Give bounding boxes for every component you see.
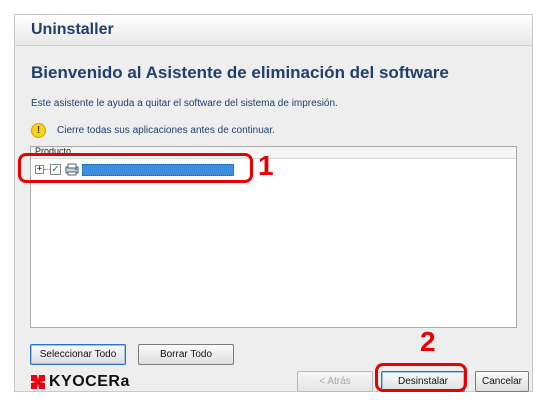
callout-number-2: 2: [420, 326, 436, 357]
kyocera-logo-mark-icon: [31, 375, 45, 389]
description-text: Este asistente le ayuda a quitar el soft…: [31, 98, 338, 109]
cancel-button[interactable]: Cancelar: [475, 371, 529, 392]
page-heading: Bienvenido al Asistente de eliminación d…: [31, 63, 449, 82]
uninstaller-window: Uninstaller Bienvenido al Asistente de e…: [14, 14, 533, 392]
warning-text: Cierre todas sus aplicaciones antes de c…: [57, 125, 275, 136]
warning-icon: !: [31, 123, 46, 138]
callout-box-2: [375, 363, 467, 392]
title-bar: Uninstaller: [15, 15, 532, 46]
back-button[interactable]: < Atrás: [297, 371, 373, 392]
select-all-button[interactable]: Seleccionar Todo: [30, 344, 126, 365]
window-title: Uninstaller: [31, 21, 114, 38]
kyocera-logo-text: KYOCERa: [49, 373, 130, 390]
callout-box-1: [18, 153, 253, 183]
callout-number-1: 1: [258, 150, 274, 181]
clear-all-button[interactable]: Borrar Todo: [138, 344, 234, 365]
